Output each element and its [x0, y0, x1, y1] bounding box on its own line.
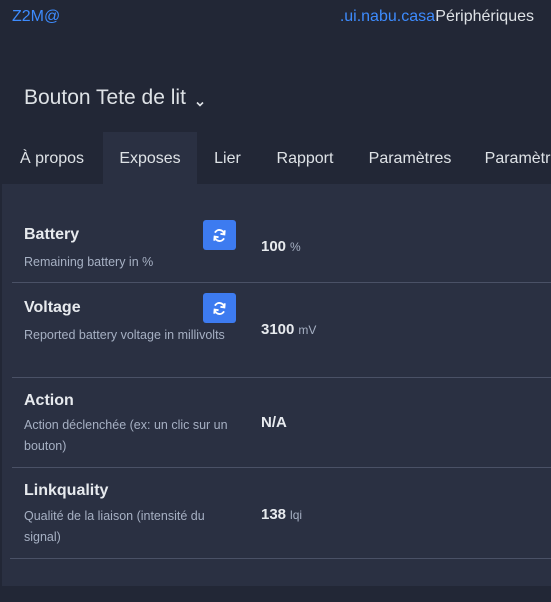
- device-title-dropdown[interactable]: Bouton Tete de lit: [24, 86, 206, 110]
- expose-description: Qualité de la liaison (intensité du sign…: [24, 509, 205, 544]
- value-unit: %: [290, 240, 301, 254]
- value-number: 3100: [261, 321, 295, 338]
- expose-description: Remaining battery in %: [24, 255, 154, 269]
- refresh-icon: [213, 228, 226, 242]
- expose-name: Action: [24, 392, 74, 409]
- value-unit: lqi: [290, 508, 303, 522]
- tab-settings[interactable]: Paramètres: [352, 132, 468, 184]
- expose-name: Battery: [24, 226, 80, 243]
- value-number: 138: [261, 506, 287, 523]
- expose-description: Action déclenchée (ex: un clic sur un bo…: [24, 418, 228, 453]
- expose-description: Reported battery voltage in millivolts: [24, 328, 225, 342]
- refresh-button[interactable]: [203, 293, 236, 323]
- expose-value: N/A: [261, 414, 291, 431]
- brand-link[interactable]: Z2M@: [12, 8, 60, 26]
- chevron-down-icon: [194, 92, 206, 107]
- expose-row-battery: Battery Remaining battery in % 100%: [12, 204, 551, 283]
- host-link[interactable]: .ui.nabu.casa: [340, 8, 435, 26]
- value-number: N/A: [261, 414, 287, 431]
- tab-exposes[interactable]: Exposes: [103, 132, 197, 184]
- tab-reporting[interactable]: Rapport: [258, 132, 352, 184]
- device-title: Bouton Tete de lit: [24, 86, 186, 109]
- expose-row-linkquality: Linkquality Qualité de la liaison (inten…: [12, 468, 551, 559]
- value-unit: mV: [298, 323, 317, 337]
- tab-settings-specific[interactable]: Paramètres: [468, 132, 551, 184]
- expose-row-action: Action Action déclenchée (ex: un clic su…: [12, 378, 551, 468]
- expose-value: 138 lqi: [261, 506, 302, 523]
- tab-about[interactable]: À propos: [0, 132, 104, 184]
- refresh-button[interactable]: [203, 220, 236, 250]
- devices-nav-link[interactable]: Périphériques: [435, 8, 534, 26]
- exposes-panel: Battery Remaining battery in % 100% Volt…: [2, 184, 551, 586]
- expose-name: Linkquality: [24, 482, 109, 499]
- refresh-icon: [213, 301, 226, 315]
- panel-divider: [10, 558, 551, 559]
- expose-name: Voltage: [24, 299, 81, 316]
- tab-bind[interactable]: Lier: [197, 132, 258, 184]
- value-number: 100: [261, 238, 287, 255]
- expose-value: 3100 mV: [261, 321, 316, 338]
- top-navbar: Z2M@ .ui.nabu.casa Périphériques: [0, 0, 551, 36]
- expose-value: 100%: [261, 238, 301, 255]
- device-tabs: À propos Exposes Lier Rapport Paramètres…: [0, 132, 551, 184]
- expose-row-voltage: Voltage Reported battery voltage in mill…: [12, 283, 551, 378]
